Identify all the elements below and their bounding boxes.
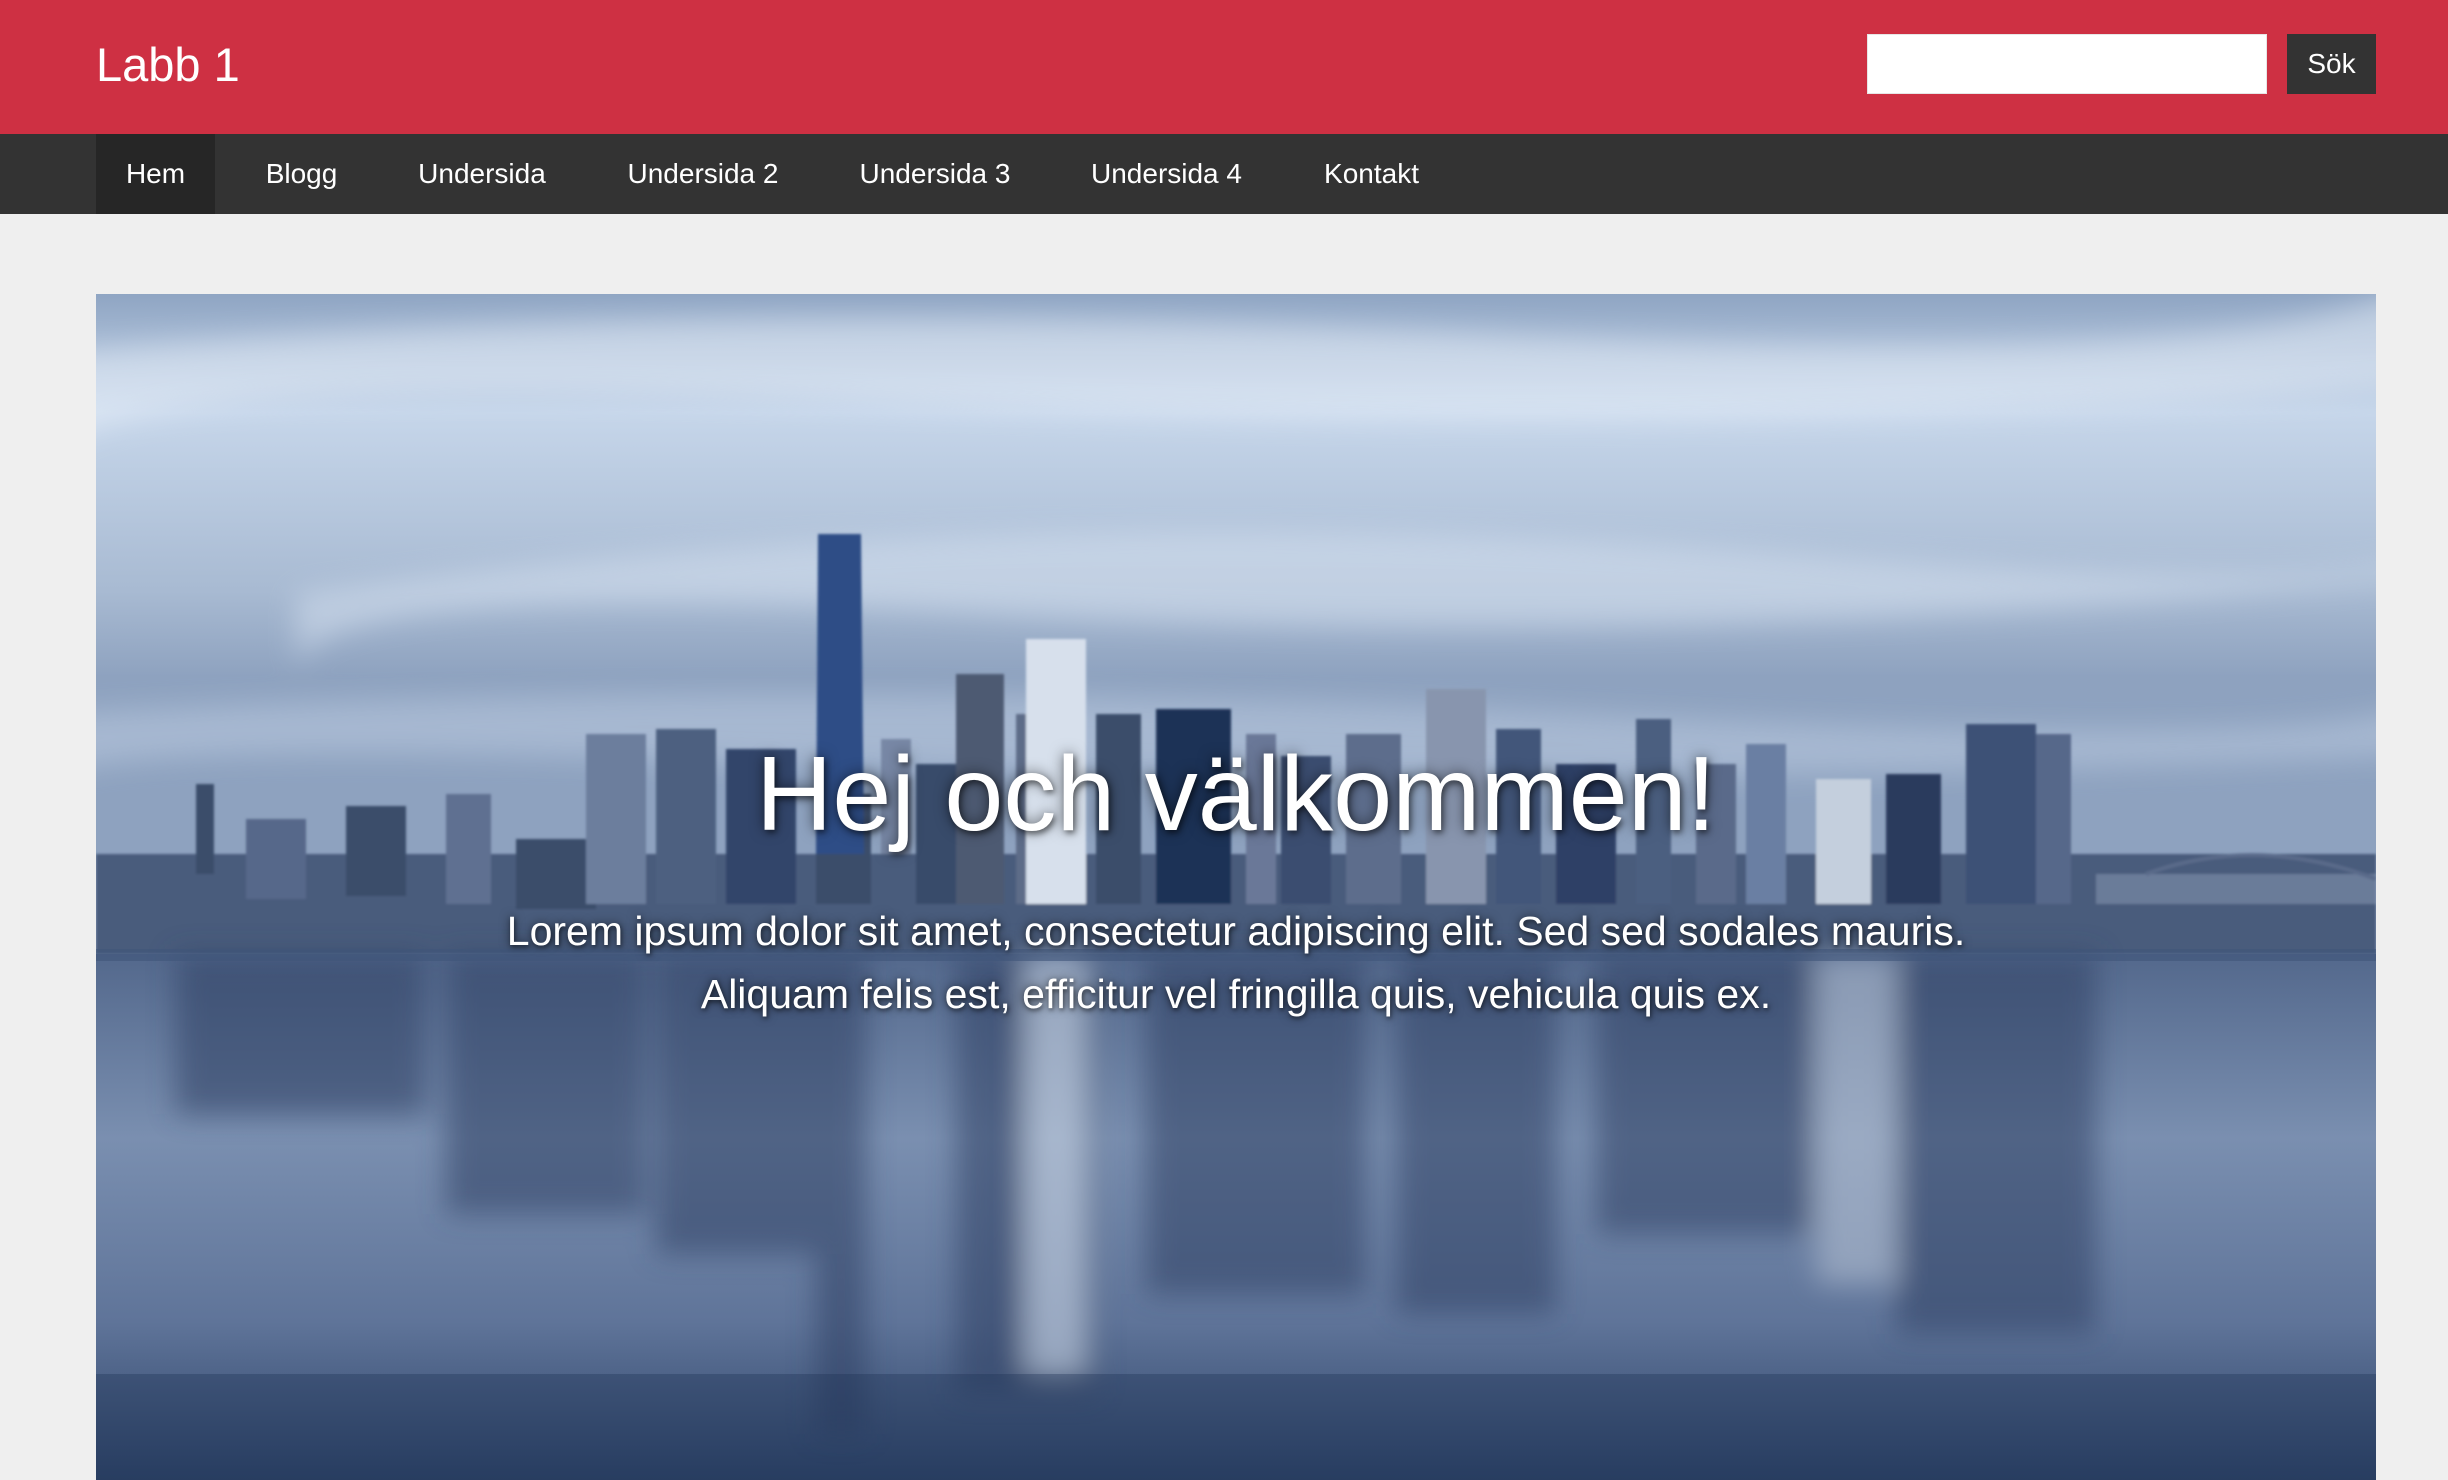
site-header: Labb 1 Sök: [0, 0, 2448, 134]
search-button[interactable]: Sök: [2287, 34, 2376, 94]
main-nav: Hem Blogg Undersida Undersida 2 Undersid…: [0, 134, 2448, 214]
nav-item-kontakt[interactable]: Kontakt: [1293, 134, 1450, 214]
hero-heading: Hej och välkommen!: [755, 735, 1717, 853]
nav-item-hem[interactable]: Hem: [96, 134, 215, 214]
nav-item-undersida-4[interactable]: Undersida 4: [1040, 134, 1293, 214]
nav-item-blogg[interactable]: Blogg: [215, 134, 388, 214]
search-input[interactable]: [1867, 34, 2267, 94]
site-title[interactable]: Labb 1: [96, 34, 240, 96]
hero-banner: Hej och välkommen! Lorem ipsum dolor sit…: [96, 294, 2376, 1480]
hero-background-image: [96, 294, 2376, 1480]
nav-item-undersida[interactable]: Undersida: [388, 134, 576, 214]
nav-item-undersida-2[interactable]: Undersida 2: [576, 134, 830, 214]
hero-text: Lorem ipsum dolor sit amet, consectetur …: [506, 908, 1966, 1017]
nav-item-undersida-3[interactable]: Undersida 3: [830, 134, 1040, 214]
